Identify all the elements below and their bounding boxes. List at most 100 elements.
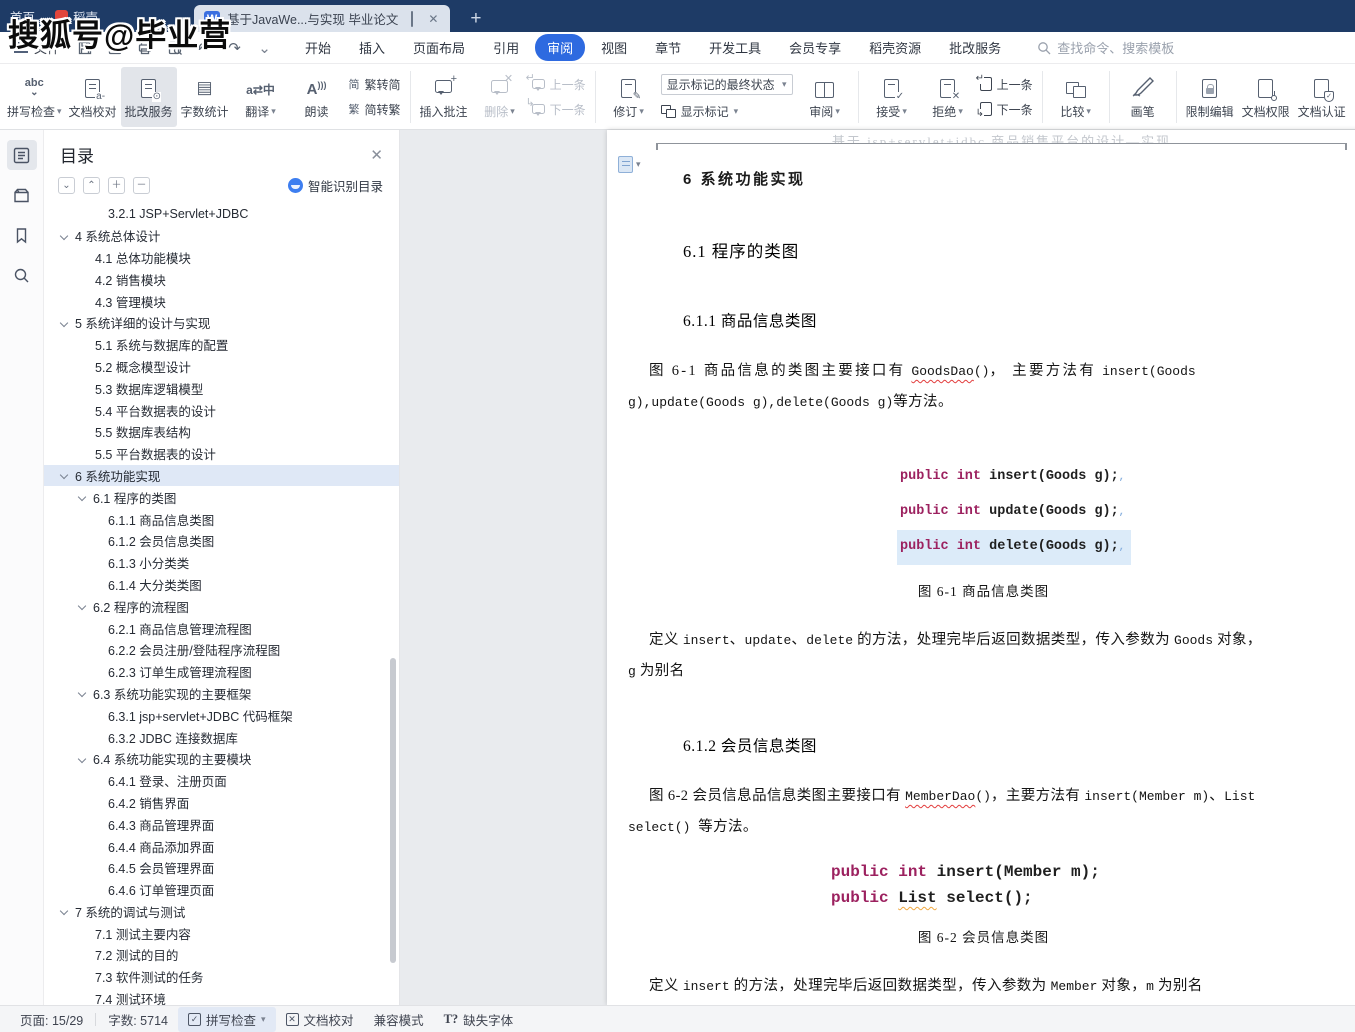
- word-count-button[interactable]: ▤ 字数统计: [177, 67, 233, 127]
- menu-tab-插入[interactable]: 插入: [347, 34, 397, 61]
- tab-home[interactable]: 首页: [0, 0, 45, 32]
- toc-item[interactable]: 6.2.3 订单生成管理流程图: [44, 661, 399, 683]
- compare-button[interactable]: 比较▾: [1048, 67, 1104, 127]
- menu-tab-审阅[interactable]: 审阅: [535, 34, 585, 61]
- save-icon[interactable]: [76, 39, 93, 56]
- prev-change-button[interactable]: ↵上一条: [980, 76, 1033, 93]
- redo-icon[interactable]: ↷: [226, 39, 243, 56]
- menu-tab-稻壳资源[interactable]: 稻壳资源: [857, 34, 933, 61]
- word-count-indicator[interactable]: 字数: 5714: [98, 1007, 178, 1032]
- toc-item[interactable]: 5.1 系统与数据库的配置: [44, 334, 399, 356]
- document-page[interactable]: 基于 jsp+servlet+jdbc 商品销售平台的设计—实现 ▾ 6 系统功…: [607, 130, 1355, 1005]
- menu-tab-批改服务[interactable]: 批改服务: [937, 34, 1013, 61]
- menu-tab-章节[interactable]: 章节: [643, 34, 693, 61]
- toc-item[interactable]: 5 系统详细的设计与实现: [44, 312, 399, 334]
- menu-tab-会员专享[interactable]: 会员专享: [777, 34, 853, 61]
- heading-margin-marker[interactable]: ▾: [618, 156, 641, 173]
- print-preview-icon[interactable]: [166, 39, 183, 56]
- toc-item[interactable]: 6.2 程序的流程图: [44, 595, 399, 617]
- toc-item[interactable]: 6.3.2 JDBC 连接数据库: [44, 726, 399, 748]
- toc-expand-down-button[interactable]: ⌄: [58, 177, 75, 194]
- chevron-down-icon[interactable]: [78, 493, 86, 501]
- file-menu-button[interactable]: 文件: [14, 38, 60, 57]
- reject-button[interactable]: ✕ 拒绝▾: [920, 67, 976, 127]
- toc-item[interactable]: 7.3 软件测试的任务: [44, 966, 399, 988]
- toc-item[interactable]: 6.1.2 会员信息类图: [44, 530, 399, 552]
- tab-close-icon[interactable]: ✕: [426, 12, 440, 26]
- accept-button[interactable]: ✓ 接受▾: [864, 67, 920, 127]
- read-aloud-button[interactable]: A))) 朗读: [289, 67, 345, 127]
- simp-to-trad-button[interactable]: 繁简转繁: [349, 101, 401, 118]
- toc-scrollbar[interactable]: [390, 658, 396, 963]
- document-tab[interactable]: W 基于JavaWe...与实现 毕业论文 ✕: [194, 5, 450, 32]
- markup-state-select[interactable]: 显示标记的最终状态▾: [661, 74, 793, 95]
- tab-pin-icon[interactable]: [405, 12, 419, 26]
- toc-item[interactable]: 6.1.4 大分类类图: [44, 574, 399, 596]
- chevron-down-icon[interactable]: [78, 602, 86, 610]
- toc-item[interactable]: 7.1 测试主要内容: [44, 922, 399, 944]
- toc-item[interactable]: 6.4.5 会员管理界面: [44, 857, 399, 879]
- chevron-down-icon[interactable]: [60, 907, 68, 915]
- spell-check-button[interactable]: abc⌄ 拼写检查▾: [4, 67, 65, 127]
- search-panel-button[interactable]: [7, 260, 37, 290]
- toc-expand-all-button[interactable]: ＋: [108, 177, 125, 194]
- export-icon[interactable]: [106, 39, 123, 56]
- toc-item[interactable]: 4 系统总体设计: [44, 225, 399, 247]
- toc-item[interactable]: 7.2 测试的目的: [44, 944, 399, 966]
- spell-check-toggle[interactable]: ✓ 拼写检查▾: [178, 1007, 276, 1032]
- document-proof-button[interactable]: a- 文档校对: [65, 67, 121, 127]
- toc-item[interactable]: 6 系统功能实现: [44, 465, 399, 487]
- toc-item[interactable]: 7 系统的调试与测试: [44, 901, 399, 923]
- toc-item[interactable]: 3.2.1 JSP+Servlet+JDBC: [44, 203, 399, 225]
- track-changes-button[interactable]: ✎ 修订▾: [601, 67, 657, 127]
- menu-tab-开始[interactable]: 开始: [293, 34, 343, 61]
- toc-item[interactable]: 6.4.3 商品管理界面: [44, 813, 399, 835]
- grading-service-button[interactable]: ⊙ 批改服务: [121, 67, 177, 127]
- toc-item[interactable]: 6.4.6 订单管理页面: [44, 879, 399, 901]
- next-comment-button[interactable]: ↳下一条: [532, 101, 586, 118]
- chevron-down-icon[interactable]: [78, 755, 86, 763]
- outline-panel-button[interactable]: [7, 140, 37, 170]
- toc-item[interactable]: 6.1.1 商品信息类图: [44, 508, 399, 530]
- document-certify-button[interactable]: ✓ 文档认证: [1294, 67, 1350, 127]
- menu-tab-视图[interactable]: 视图: [589, 34, 639, 61]
- tab-docer[interactable]: 稻壳: [45, 0, 108, 32]
- delete-comment-button[interactable]: ✕ 删除▾: [472, 67, 528, 127]
- toc-item[interactable]: 5.5 平台数据表的设计: [44, 443, 399, 465]
- ink-brush-button[interactable]: 画笔: [1115, 67, 1171, 127]
- toc-item[interactable]: 6.1.3 小分类类: [44, 552, 399, 574]
- toc-expand-up-button[interactable]: ⌃: [83, 177, 100, 194]
- next-change-button[interactable]: ↳下一条: [980, 101, 1033, 118]
- toc-item[interactable]: 4.3 管理模块: [44, 290, 399, 312]
- toc-close-icon[interactable]: ✕: [370, 146, 383, 164]
- translate-button[interactable]: a⇄中 翻译▾: [233, 67, 289, 127]
- toc-item[interactable]: 5.5 数据库表结构: [44, 421, 399, 443]
- toc-item[interactable]: 6.2.2 会员注册/登陆程序流程图: [44, 639, 399, 661]
- chevron-down-icon[interactable]: [60, 319, 68, 327]
- toc-item[interactable]: 7.4 测试环境: [44, 988, 399, 1005]
- toc-item[interactable]: 5.4 平台数据表的设计: [44, 399, 399, 421]
- insert-comment-button[interactable]: + 插入批注: [416, 67, 472, 127]
- toc-item[interactable]: 6.4.1 登录、注册页面: [44, 770, 399, 792]
- toc-item[interactable]: 6.4 系统功能实现的主要模块: [44, 748, 399, 770]
- chevron-down-icon[interactable]: [60, 231, 68, 239]
- toc-item[interactable]: 5.3 数据库逻辑模型: [44, 377, 399, 399]
- print-icon[interactable]: [136, 39, 153, 56]
- chevron-down-icon[interactable]: [60, 471, 68, 479]
- toc-item[interactable]: 6.2.1 商品信息管理流程图: [44, 617, 399, 639]
- toc-item[interactable]: 5.2 概念模型设计: [44, 356, 399, 378]
- menu-tab-开发工具[interactable]: 开发工具: [697, 34, 773, 61]
- menu-tab-引用[interactable]: 引用: [481, 34, 531, 61]
- smart-toc-button[interactable]: 智能识别目录: [288, 176, 383, 195]
- proofread-toggle[interactable]: ✕ 文档校对: [276, 1007, 364, 1032]
- toc-collapse-all-button[interactable]: －: [133, 177, 150, 194]
- chevron-down-icon[interactable]: [78, 689, 86, 697]
- clipboard-panel-button[interactable]: [7, 180, 37, 210]
- command-search[interactable]: 查找命令、搜索模板: [1037, 38, 1174, 57]
- show-markup-button[interactable]: 显示标记▾: [661, 103, 793, 120]
- bookmark-panel-button[interactable]: [7, 220, 37, 250]
- missing-font-indicator[interactable]: T? 缺失字体: [434, 1007, 524, 1032]
- toc-item[interactable]: 6.3 系统功能实现的主要框架: [44, 683, 399, 705]
- menu-tab-页面布局[interactable]: 页面布局: [401, 34, 477, 61]
- page-indicator[interactable]: 页面: 15/29: [10, 1007, 93, 1032]
